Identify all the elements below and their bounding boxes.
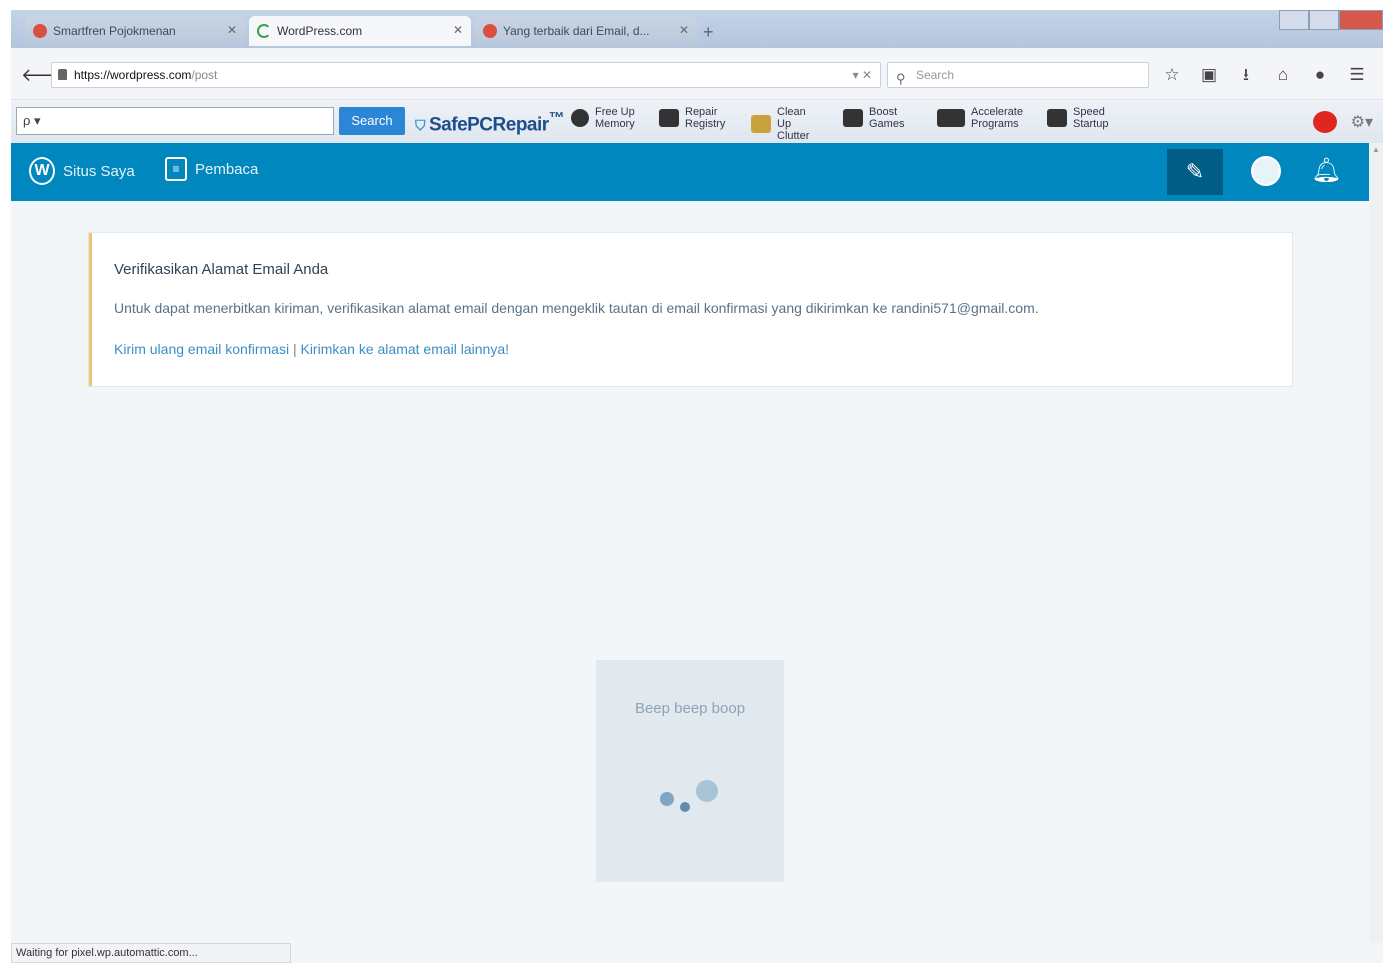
tab-email[interactable]: Yang terbaik dari Email, d... ✕	[475, 16, 697, 46]
lastpass-icon[interactable]	[1312, 111, 1337, 133]
wordpress-logo-icon: W	[29, 157, 55, 185]
notice-links: Kirim ulang email konfirmasi | Kirimkan …	[114, 341, 509, 357]
tab-close-icon[interactable]: ✕	[227, 23, 237, 37]
loading-dot	[696, 780, 718, 802]
wordpress-masterbar: W Situs Saya ≡ Pembaca ✎ 🔔︎	[11, 143, 1369, 201]
toolbar-item-label: Repair Registry	[685, 106, 726, 130]
tab-close-icon[interactable]: ✕	[453, 23, 463, 37]
loading-placeholder: Beep beep boop	[596, 660, 784, 882]
write-post-pencil-icon[interactable]: ✎	[1167, 149, 1223, 195]
search-icon: ⚲	[896, 71, 906, 86]
url-path: /post	[191, 68, 218, 82]
shield-icon: ⛉	[415, 117, 426, 134]
reload-stop-icon[interactable]: ▾ ✕	[853, 63, 872, 87]
new-tab-button[interactable]: +	[703, 22, 714, 43]
browser-window: Smartfren Pojokmenan ✕ WordPress.com ✕ Y…	[11, 10, 1383, 963]
tab-favicon-icon	[33, 24, 47, 38]
back-arrow-icon[interactable]: 🡐	[21, 62, 69, 88]
toolbar-item-label: Speed Startup	[1073, 106, 1109, 130]
scroll-up-arrow-icon[interactable]: ▲	[1369, 143, 1383, 157]
page-scrollbar[interactable]: ▲	[1369, 143, 1383, 943]
email-verification-notice: Verifikasikan Alamat Email Anda Untuk da…	[89, 233, 1292, 386]
browser-status-bar: Waiting for pixel.wp.automattic.com...	[11, 943, 291, 963]
toolbar-right: ⚙▾	[1312, 111, 1373, 133]
tab-favicon-icon	[483, 24, 497, 38]
my-site-label: Situs Saya	[63, 162, 135, 180]
resend-confirmation-link[interactable]: Kirim ulang email konfirmasi	[114, 341, 289, 357]
games-icon	[843, 109, 863, 127]
link-separator: |	[292, 341, 297, 357]
notice-text: Untuk dapat menerbitkan kiriman, verifik…	[114, 300, 1039, 316]
menu-icon[interactable]: ☰	[1346, 64, 1368, 86]
tab-close-icon[interactable]: ✕	[679, 23, 689, 37]
url-host: https://wordpress.com	[74, 68, 192, 82]
toolbar-item-label: Accelerate Programs	[971, 106, 1023, 130]
change-email-link[interactable]: Kirimkan ke alamat email lainnya!	[300, 341, 509, 357]
avatar[interactable]	[1251, 156, 1281, 186]
reader-icon: ≡	[165, 157, 187, 181]
address-bar[interactable]: https://wordpress.com/post ▾ ✕	[51, 62, 881, 88]
clipboard-icon[interactable]: ▣	[1198, 64, 1220, 86]
brand-text: SafePCRepair	[429, 114, 549, 136]
toolbar-item-boost-games[interactable]: Boost Games	[843, 106, 913, 130]
window-controls	[1279, 10, 1383, 30]
tab-smartfren[interactable]: Smartfren Pojokmenan ✕	[25, 16, 245, 46]
toolbar-item-label: Free Up Memory	[595, 106, 635, 130]
browser-toolbar-icons: ☆ ▣ ⭳ ⌂ ● ☰	[1161, 64, 1368, 86]
tab-label: Smartfren Pojokmenan	[53, 24, 176, 38]
safepc-toolbar: ρ ▾ Search ⛉ SafePCRepair™ Free Up Memory…	[11, 101, 1383, 143]
addon-icon[interactable]: ●	[1309, 64, 1331, 86]
reader-label: Pembaca	[195, 160, 259, 178]
tab-label: Yang terbaik dari Email, d...	[503, 24, 650, 38]
toolbar-item-label: Clean Up Clutter	[777, 106, 810, 142]
toolbar-item-label: Boost Games	[869, 106, 905, 130]
toolbar-item-accelerate-programs[interactable]: Accelerate Programs	[937, 106, 1027, 130]
loading-text: Beep beep boop	[634, 700, 746, 717]
reader-link[interactable]: ≡ Pembaca	[165, 157, 258, 181]
registry-icon	[659, 109, 679, 127]
download-icon[interactable]: ⭳	[1235, 64, 1257, 86]
memory-icon	[571, 109, 589, 127]
startup-icon	[1047, 109, 1067, 127]
browser-search-input[interactable]: ⚲ Search	[887, 62, 1149, 88]
lock-icon	[58, 69, 67, 80]
minimize-button[interactable]	[1279, 10, 1309, 30]
tab-loading-icon	[257, 24, 271, 38]
toolbar-search-input[interactable]: ρ ▾	[16, 107, 334, 135]
loading-dot	[660, 792, 674, 806]
toolbar-search-button[interactable]: Search	[339, 107, 405, 135]
close-window-button[interactable]	[1339, 10, 1383, 30]
tab-strip: Smartfren Pojokmenan ✕ WordPress.com ✕ Y…	[11, 10, 1383, 48]
notifications-bell-icon[interactable]: 🔔︎	[1311, 156, 1341, 185]
search-placeholder: Search	[916, 68, 955, 82]
loading-dot	[680, 802, 690, 812]
tab-wordpress[interactable]: WordPress.com ✕	[249, 16, 471, 46]
settings-gear-icon[interactable]: ⚙▾	[1351, 112, 1373, 132]
toolbar-item-free-up-memory[interactable]: Free Up Memory	[571, 106, 639, 130]
toolbar-item-speed-startup[interactable]: Speed Startup	[1047, 106, 1117, 130]
bookmark-star-icon[interactable]: ☆	[1161, 64, 1183, 86]
tab-label: WordPress.com	[277, 24, 363, 38]
programs-icon	[937, 109, 965, 127]
navigation-bar: 🡐 https://wordpress.com/post ▾ ✕ ⚲ Searc…	[11, 48, 1383, 100]
toolbar-item-repair-registry[interactable]: Repair Registry	[659, 106, 729, 130]
notice-title: Verifikasikan Alamat Email Anda	[114, 261, 329, 278]
home-icon[interactable]: ⌂	[1272, 64, 1294, 86]
toolbar-item-clean-up-clutter[interactable]: Clean Up Clutter	[751, 106, 821, 142]
safepc-logo: ⛉ SafePCRepair™	[415, 110, 565, 136]
maximize-button[interactable]	[1309, 10, 1339, 30]
clutter-icon	[751, 115, 771, 133]
my-site-link[interactable]: W Situs Saya	[29, 157, 135, 185]
